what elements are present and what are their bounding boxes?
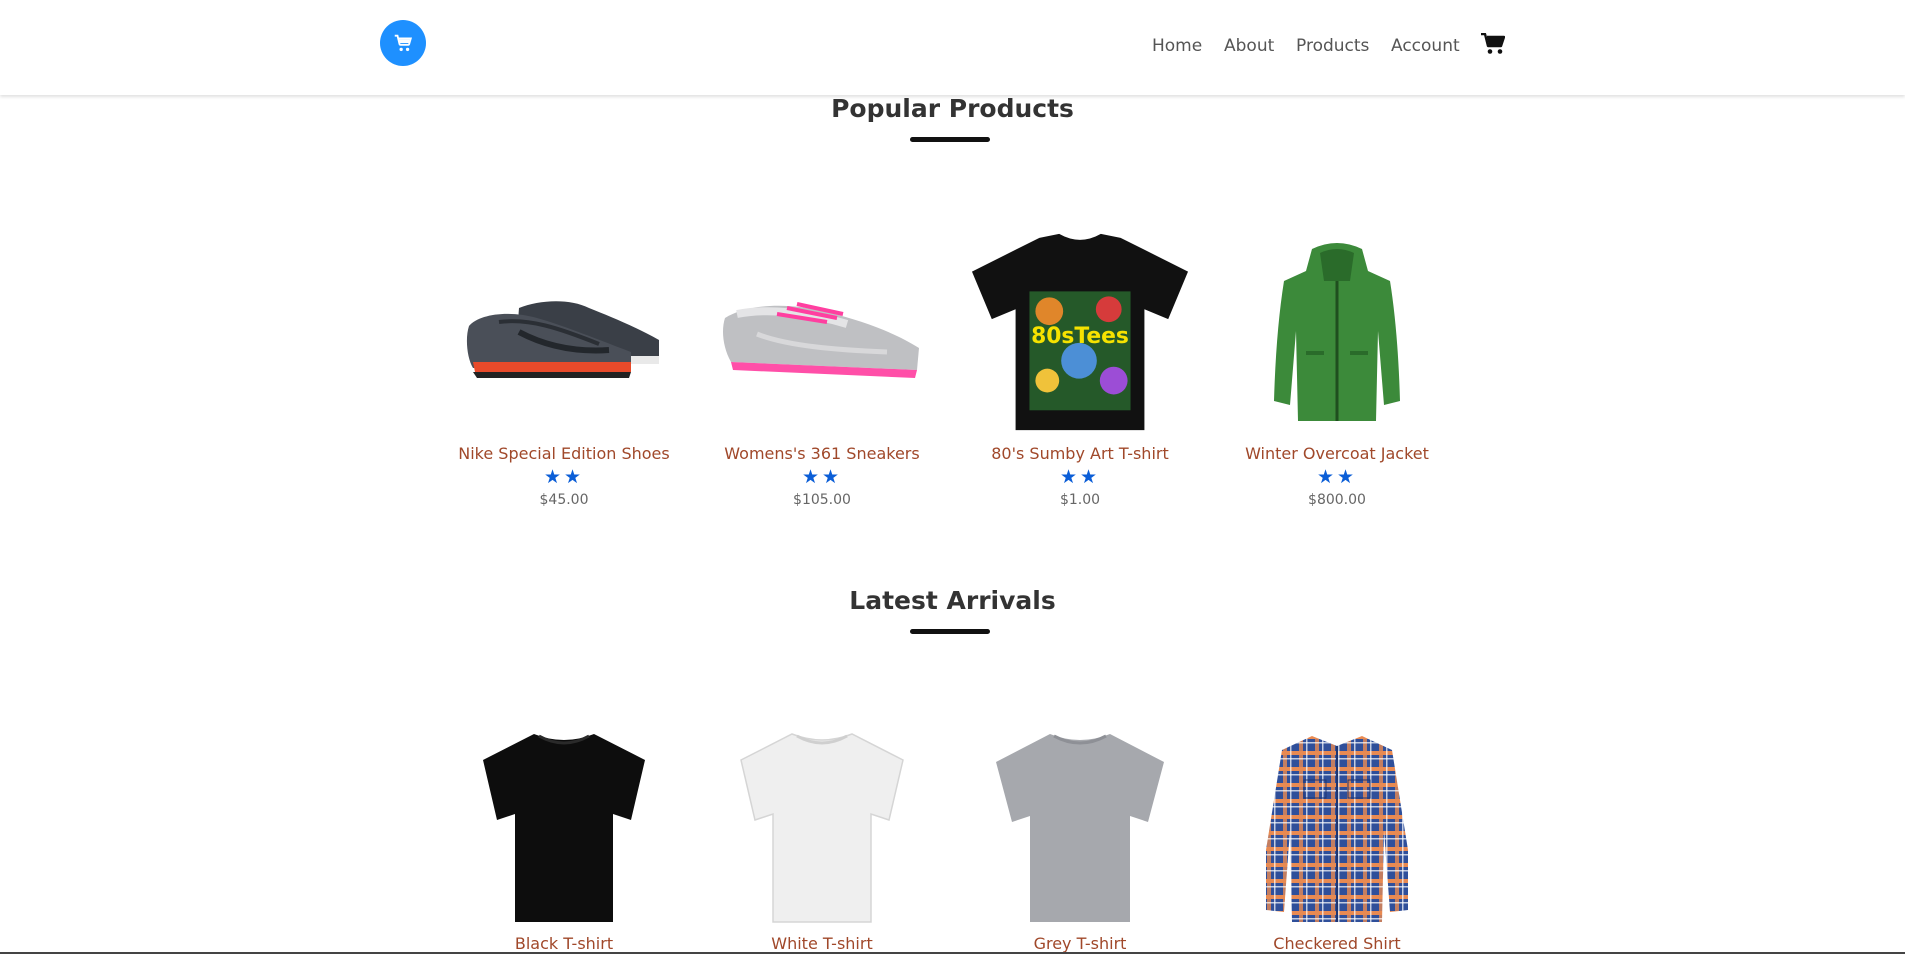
product-price: $800.00 <box>1308 492 1366 508</box>
product-price: $1.00 <box>1059 492 1101 508</box>
product-price: $45.00 <box>539 492 589 508</box>
product-name[interactable]: White T-shirt <box>712 934 932 953</box>
product-card[interactable]: Nike Special Edition Shoes ★★ $45.00 <box>454 228 674 513</box>
sneaker-pink-icon <box>712 228 932 438</box>
cart-button[interactable] <box>1481 32 1506 55</box>
product-rating: ★★ <box>454 466 674 489</box>
tshirt-black-icon <box>454 728 674 926</box>
product-rating: ★★ <box>712 466 932 489</box>
tshirt-grey-icon <box>970 728 1190 926</box>
popular-section-title: Popular Products <box>831 94 1074 123</box>
tshirt-printed-icon: 80sTees <box>970 228 1190 438</box>
product-card[interactable]: Black T-shirt <box>454 720 674 954</box>
product-name[interactable]: Black T-shirt <box>454 934 674 953</box>
product-name[interactable]: 80's Sumby Art T-shirt <box>970 444 1190 463</box>
product-card[interactable]: Winter Overcoat Jacket ★★ $800.00 <box>1227 228 1447 513</box>
jacket-icon <box>1227 228 1447 438</box>
product-card[interactable]: 80sTees 80's Sumby Art T-shirt ★★ $1.00 <box>970 228 1190 513</box>
nav-account[interactable]: Account <box>1391 36 1460 56</box>
product-name[interactable]: Grey T-shirt <box>970 934 1190 953</box>
star-icon: ★ <box>1337 467 1358 488</box>
product-rating: ★★ <box>970 466 1190 489</box>
star-icon: ★ <box>1080 467 1101 488</box>
nav-products[interactable]: Products <box>1296 36 1369 56</box>
star-icon: ★ <box>822 467 843 488</box>
navbar: Home About Products Account <box>0 0 1905 95</box>
sneaker-dark-icon <box>454 228 674 438</box>
tshirt-white-icon <box>712 728 932 926</box>
product-name[interactable]: Nike Special Edition Shoes <box>454 444 674 463</box>
product-name[interactable]: Winter Overcoat Jacket <box>1227 444 1447 463</box>
product-card[interactable]: Womens's 361 Sneakers ★★ $105.00 <box>712 228 932 513</box>
star-icon: ★ <box>564 467 585 488</box>
svg-text:80sTees: 80sTees <box>1031 323 1129 348</box>
product-card[interactable]: Checkered Shirt <box>1227 720 1447 954</box>
product-rating: ★★ <box>1227 466 1447 489</box>
checkered-shirt-icon <box>1227 728 1447 926</box>
star-icon: ★ <box>1059 467 1080 488</box>
product-name[interactable]: Checkered Shirt <box>1227 934 1447 953</box>
shopping-cart-icon <box>394 34 413 52</box>
latest-title-underline <box>910 629 990 634</box>
star-icon: ★ <box>1316 467 1337 488</box>
nav-about[interactable]: About <box>1224 36 1274 56</box>
product-name[interactable]: Womens's 361 Sneakers <box>712 444 932 463</box>
latest-section-title: Latest Arrivals <box>849 586 1056 615</box>
nav-home[interactable]: Home <box>1152 36 1202 56</box>
logo[interactable] <box>380 20 426 66</box>
star-icon: ★ <box>801 467 822 488</box>
product-card[interactable]: White T-shirt <box>712 720 932 954</box>
product-card[interactable]: Grey T-shirt <box>970 720 1190 954</box>
shopping-cart-icon <box>1481 32 1506 54</box>
star-icon: ★ <box>543 467 564 488</box>
product-price: $105.00 <box>793 492 851 508</box>
popular-title-underline <box>910 137 990 142</box>
